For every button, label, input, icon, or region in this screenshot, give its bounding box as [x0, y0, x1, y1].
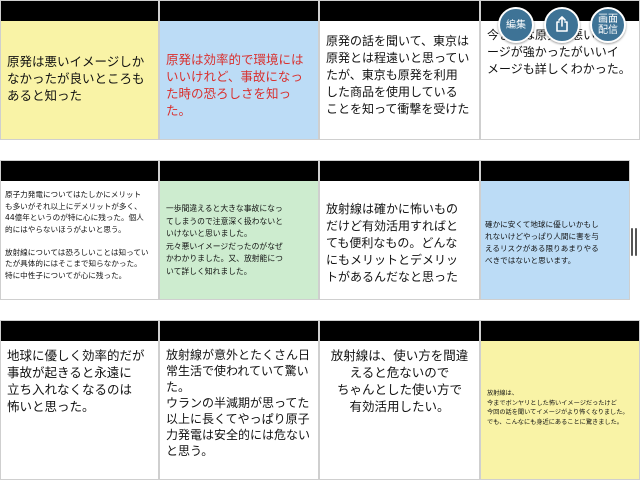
card-header-bar	[160, 321, 318, 341]
card-8[interactable]: 確かに安くて地球に優しいかもし れないけどやっぱり人間に害を与 えるリスクがある…	[480, 160, 630, 300]
card-3[interactable]: 原発の話を聞いて、東京は 原発とは程遠いと思ってい たが、東京も原発を利用 した…	[319, 0, 480, 140]
card-body: 放射線が意外とたくさん日 常生活で使われていて驚い た。 ウランの半減期が思って…	[160, 341, 318, 479]
card-7[interactable]: 放射線は確かに怖いもの だけど有効活用すればと ても便利なもの。どんな にもメリ…	[319, 160, 480, 300]
screen-stream-button[interactable]: 画面 配信	[590, 7, 626, 43]
card-body: 原発の話を聞いて、東京は 原発とは程遠いと思ってい たが、東京も原発を利用 した…	[320, 21, 479, 139]
card-text: 原発の話を聞いて、東京は 原発とは程遠いと思ってい たが、東京も原発を利用 した…	[326, 34, 470, 116]
card-body: 地球に優しく効率的だが 事故が起きると永遠に 立ち入れなくなるのは 怖いと思った…	[1, 341, 158, 479]
card-text: 地球に優しく効率的だが 事故が起きると永遠に 立ち入れなくなるのは 怖いと思った…	[7, 348, 145, 414]
card-6[interactable]: 一歩間違えると大きな事故になっ てしまうので注意深く扱わないと いけないと思いま…	[159, 160, 319, 300]
card-2[interactable]: 原発は効率的で環境には いいけれど、事故になっ た時の恐ろしさを知っ た。	[159, 0, 319, 140]
card-header-bar	[1, 1, 158, 21]
card-text: 原子力発電についてはたしかにメリット も多いがそれ以上にデメリットが多く、 44…	[5, 190, 149, 280]
card-header-bar	[160, 161, 318, 181]
card-text: 一歩間違えると大きな事故になっ てしまうので注意深く扱わないと いけないと思いま…	[166, 204, 283, 276]
card-header-bar	[1, 161, 158, 181]
share-button[interactable]	[544, 7, 580, 43]
card-board: 原発は悪いイメージしか なかったが良いところも あると知った 原発は効率的で環境…	[0, 0, 640, 480]
card-text: 原発は効率的で環境には いいけれど、事故になっ た時の恐ろしさを知っ た。	[166, 52, 304, 118]
card-5[interactable]: 原子力発電についてはたしかにメリット も多いがそれ以上にデメリットが多く、 44…	[0, 160, 159, 300]
card-text: 放射線は確かに怖いもの だけど有効活用すればと ても便利なもの。どんな にもメリ…	[326, 202, 459, 284]
card-text: 放射線は、 今までボンヤリとした怖いイメージだったけど 今回の話を聞いてイメージ…	[487, 390, 629, 426]
card-body: 原子力発電についてはたしかにメリット も多いがそれ以上にデメリットが多く、 44…	[1, 181, 158, 299]
drag-handle-icon[interactable]	[630, 228, 638, 256]
card-10[interactable]: 放射線が意外とたくさん日 常生活で使われていて驚い た。 ウランの半減期が思って…	[159, 320, 319, 480]
screen-stream-label-line2: 配信	[598, 25, 618, 36]
edit-button[interactable]: 編集	[498, 7, 534, 43]
card-11[interactable]: 放射線は、使い方を間違 えると危ないので ちゃんとした使い方で 有効活用したい。	[319, 320, 480, 480]
card-body: 原発は効率的で環境には いいけれど、事故になっ た時の恐ろしさを知っ た。	[160, 21, 318, 139]
card-header-bar	[481, 321, 639, 341]
card-header-bar	[481, 161, 629, 181]
card-body: 原発は悪いイメージしか なかったが良いところも あると知った	[1, 21, 158, 139]
card-body: 放射線は、使い方を間違 えると危ないので ちゃんとした使い方で 有効活用したい。	[320, 341, 479, 479]
card-text: 放射線が意外とたくさん日 常生活で使われていて驚い た。 ウランの半減期が思って…	[166, 348, 311, 458]
edit-button-label: 編集	[506, 19, 526, 31]
card-12[interactable]: 放射線は、 今までボンヤリとした怖いイメージだったけど 今回の話を聞いてイメージ…	[480, 320, 640, 480]
card-header-bar	[320, 321, 479, 341]
card-text: 放射線は、使い方を間違 えると危ないので ちゃんとした使い方で 有効活用したい。	[330, 348, 469, 414]
share-icon	[554, 15, 570, 36]
card-header-bar	[160, 1, 318, 21]
card-9[interactable]: 地球に優しく効率的だが 事故が起きると永遠に 立ち入れなくなるのは 怖いと思った…	[0, 320, 159, 480]
card-text: 原発は悪いイメージしか なかったが良いところも あると知った	[7, 54, 145, 103]
card-1[interactable]: 原発は悪いイメージしか なかったが良いところも あると知った	[0, 0, 159, 140]
card-header-bar	[320, 161, 479, 181]
card-body: 確かに安くて地球に優しいかもし れないけどやっぱり人間に害を与 えるリスクがある…	[481, 181, 629, 299]
card-header-bar	[320, 1, 479, 21]
card-body: 放射線は確かに怖いもの だけど有効活用すればと ても便利なもの。どんな にもメリ…	[320, 181, 479, 299]
card-text: 確かに安くて地球に優しいかもし れないけどやっぱり人間に害を与 えるリスクがある…	[485, 220, 599, 265]
card-header-bar	[1, 321, 158, 341]
screen-stream-label-line1: 画面	[598, 14, 618, 25]
card-body: 放射線は、 今までボンヤリとした怖いイメージだったけど 今回の話を聞いてイメージ…	[481, 341, 639, 479]
card-body: 一歩間違えると大きな事故になっ てしまうので注意深く扱わないと いけないと思いま…	[160, 181, 318, 299]
